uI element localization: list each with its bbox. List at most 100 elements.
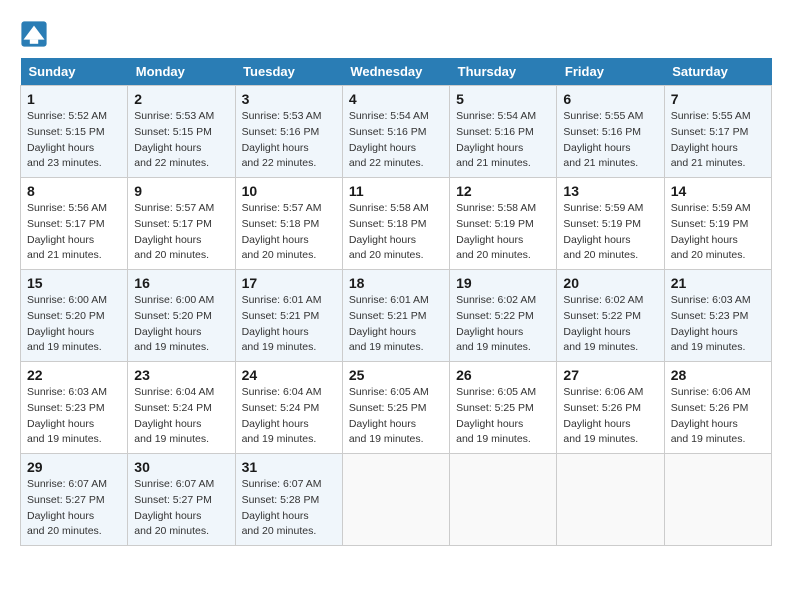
day-number: 2 <box>134 91 228 107</box>
day-detail: Sunrise: 6:06 AM Sunset: 5:26 PM Dayligh… <box>671 385 765 448</box>
header-cell-monday: Monday <box>128 58 235 86</box>
calendar-cell: 8 Sunrise: 5:56 AM Sunset: 5:17 PM Dayli… <box>21 178 128 270</box>
day-number: 20 <box>563 275 657 291</box>
calendar-cell: 20 Sunrise: 6:02 AM Sunset: 5:22 PM Dayl… <box>557 270 664 362</box>
calendar-cell: 16 Sunrise: 6:00 AM Sunset: 5:20 PM Dayl… <box>128 270 235 362</box>
day-detail: Sunrise: 6:02 AM Sunset: 5:22 PM Dayligh… <box>456 293 550 356</box>
day-number: 7 <box>671 91 765 107</box>
calendar-cell: 31 Sunrise: 6:07 AM Sunset: 5:28 PM Dayl… <box>235 454 342 546</box>
calendar-cell: 25 Sunrise: 6:05 AM Sunset: 5:25 PM Dayl… <box>342 362 449 454</box>
day-detail: Sunrise: 6:00 AM Sunset: 5:20 PM Dayligh… <box>134 293 228 356</box>
day-number: 1 <box>27 91 121 107</box>
header-row: SundayMondayTuesdayWednesdayThursdayFrid… <box>21 58 772 86</box>
day-detail: Sunrise: 6:02 AM Sunset: 5:22 PM Dayligh… <box>563 293 657 356</box>
day-detail: Sunrise: 5:58 AM Sunset: 5:19 PM Dayligh… <box>456 201 550 264</box>
calendar-table: SundayMondayTuesdayWednesdayThursdayFrid… <box>20 58 772 546</box>
day-detail: Sunrise: 6:00 AM Sunset: 5:20 PM Dayligh… <box>27 293 121 356</box>
day-number: 6 <box>563 91 657 107</box>
day-detail: Sunrise: 6:01 AM Sunset: 5:21 PM Dayligh… <box>242 293 336 356</box>
calendar-cell: 4 Sunrise: 5:54 AM Sunset: 5:16 PM Dayli… <box>342 86 449 178</box>
day-detail: Sunrise: 5:58 AM Sunset: 5:18 PM Dayligh… <box>349 201 443 264</box>
calendar-cell <box>342 454 449 546</box>
day-detail: Sunrise: 6:04 AM Sunset: 5:24 PM Dayligh… <box>242 385 336 448</box>
day-detail: Sunrise: 6:07 AM Sunset: 5:28 PM Dayligh… <box>242 477 336 540</box>
day-number: 25 <box>349 367 443 383</box>
calendar-cell: 12 Sunrise: 5:58 AM Sunset: 5:19 PM Dayl… <box>450 178 557 270</box>
day-detail: Sunrise: 6:03 AM Sunset: 5:23 PM Dayligh… <box>27 385 121 448</box>
day-number: 24 <box>242 367 336 383</box>
calendar-cell: 15 Sunrise: 6:00 AM Sunset: 5:20 PM Dayl… <box>21 270 128 362</box>
header-cell-thursday: Thursday <box>450 58 557 86</box>
calendar-cell: 19 Sunrise: 6:02 AM Sunset: 5:22 PM Dayl… <box>450 270 557 362</box>
calendar-cell: 3 Sunrise: 5:53 AM Sunset: 5:16 PM Dayli… <box>235 86 342 178</box>
calendar-cell: 28 Sunrise: 6:06 AM Sunset: 5:26 PM Dayl… <box>664 362 771 454</box>
day-number: 11 <box>349 183 443 199</box>
day-detail: Sunrise: 6:01 AM Sunset: 5:21 PM Dayligh… <box>349 293 443 356</box>
day-number: 19 <box>456 275 550 291</box>
calendar-cell: 26 Sunrise: 6:05 AM Sunset: 5:25 PM Dayl… <box>450 362 557 454</box>
day-number: 28 <box>671 367 765 383</box>
day-detail: Sunrise: 6:04 AM Sunset: 5:24 PM Dayligh… <box>134 385 228 448</box>
calendar-cell: 5 Sunrise: 5:54 AM Sunset: 5:16 PM Dayli… <box>450 86 557 178</box>
day-detail: Sunrise: 5:59 AM Sunset: 5:19 PM Dayligh… <box>671 201 765 264</box>
calendar-cell: 22 Sunrise: 6:03 AM Sunset: 5:23 PM Dayl… <box>21 362 128 454</box>
day-number: 4 <box>349 91 443 107</box>
header-cell-friday: Friday <box>557 58 664 86</box>
day-number: 22 <box>27 367 121 383</box>
calendar-cell: 27 Sunrise: 6:06 AM Sunset: 5:26 PM Dayl… <box>557 362 664 454</box>
day-detail: Sunrise: 5:57 AM Sunset: 5:17 PM Dayligh… <box>134 201 228 264</box>
calendar-cell: 17 Sunrise: 6:01 AM Sunset: 5:21 PM Dayl… <box>235 270 342 362</box>
day-detail: Sunrise: 5:53 AM Sunset: 5:16 PM Dayligh… <box>242 109 336 172</box>
day-number: 29 <box>27 459 121 475</box>
day-detail: Sunrise: 6:07 AM Sunset: 5:27 PM Dayligh… <box>27 477 121 540</box>
day-number: 14 <box>671 183 765 199</box>
day-number: 9 <box>134 183 228 199</box>
day-number: 13 <box>563 183 657 199</box>
day-number: 26 <box>456 367 550 383</box>
calendar-cell: 11 Sunrise: 5:58 AM Sunset: 5:18 PM Dayl… <box>342 178 449 270</box>
header-cell-sunday: Sunday <box>21 58 128 86</box>
day-number: 17 <box>242 275 336 291</box>
calendar-cell: 6 Sunrise: 5:55 AM Sunset: 5:16 PM Dayli… <box>557 86 664 178</box>
day-detail: Sunrise: 5:54 AM Sunset: 5:16 PM Dayligh… <box>349 109 443 172</box>
header-cell-tuesday: Tuesday <box>235 58 342 86</box>
calendar-week-3: 15 Sunrise: 6:00 AM Sunset: 5:20 PM Dayl… <box>21 270 772 362</box>
calendar-cell: 10 Sunrise: 5:57 AM Sunset: 5:18 PM Dayl… <box>235 178 342 270</box>
day-number: 27 <box>563 367 657 383</box>
calendar-cell: 29 Sunrise: 6:07 AM Sunset: 5:27 PM Dayl… <box>21 454 128 546</box>
day-number: 3 <box>242 91 336 107</box>
calendar-cell: 23 Sunrise: 6:04 AM Sunset: 5:24 PM Dayl… <box>128 362 235 454</box>
calendar-week-5: 29 Sunrise: 6:07 AM Sunset: 5:27 PM Dayl… <box>21 454 772 546</box>
day-number: 5 <box>456 91 550 107</box>
calendar-cell: 2 Sunrise: 5:53 AM Sunset: 5:15 PM Dayli… <box>128 86 235 178</box>
header-cell-saturday: Saturday <box>664 58 771 86</box>
calendar-cell: 30 Sunrise: 6:07 AM Sunset: 5:27 PM Dayl… <box>128 454 235 546</box>
day-detail: Sunrise: 5:56 AM Sunset: 5:17 PM Dayligh… <box>27 201 121 264</box>
day-number: 15 <box>27 275 121 291</box>
day-detail: Sunrise: 5:59 AM Sunset: 5:19 PM Dayligh… <box>563 201 657 264</box>
calendar-cell: 18 Sunrise: 6:01 AM Sunset: 5:21 PM Dayl… <box>342 270 449 362</box>
day-detail: Sunrise: 6:07 AM Sunset: 5:27 PM Dayligh… <box>134 477 228 540</box>
day-number: 10 <box>242 183 336 199</box>
calendar-cell: 14 Sunrise: 5:59 AM Sunset: 5:19 PM Dayl… <box>664 178 771 270</box>
day-number: 16 <box>134 275 228 291</box>
day-detail: Sunrise: 6:05 AM Sunset: 5:25 PM Dayligh… <box>349 385 443 448</box>
calendar-week-1: 1 Sunrise: 5:52 AM Sunset: 5:15 PM Dayli… <box>21 86 772 178</box>
day-number: 8 <box>27 183 121 199</box>
calendar-cell: 1 Sunrise: 5:52 AM Sunset: 5:15 PM Dayli… <box>21 86 128 178</box>
logo <box>20 20 52 48</box>
day-detail: Sunrise: 5:52 AM Sunset: 5:15 PM Dayligh… <box>27 109 121 172</box>
calendar-cell <box>557 454 664 546</box>
day-number: 12 <box>456 183 550 199</box>
calendar-cell: 9 Sunrise: 5:57 AM Sunset: 5:17 PM Dayli… <box>128 178 235 270</box>
day-number: 31 <box>242 459 336 475</box>
calendar-cell: 21 Sunrise: 6:03 AM Sunset: 5:23 PM Dayl… <box>664 270 771 362</box>
day-number: 18 <box>349 275 443 291</box>
day-number: 21 <box>671 275 765 291</box>
day-number: 30 <box>134 459 228 475</box>
day-detail: Sunrise: 6:06 AM Sunset: 5:26 PM Dayligh… <box>563 385 657 448</box>
day-detail: Sunrise: 6:05 AM Sunset: 5:25 PM Dayligh… <box>456 385 550 448</box>
header-cell-wednesday: Wednesday <box>342 58 449 86</box>
day-detail: Sunrise: 5:54 AM Sunset: 5:16 PM Dayligh… <box>456 109 550 172</box>
day-detail: Sunrise: 6:03 AM Sunset: 5:23 PM Dayligh… <box>671 293 765 356</box>
